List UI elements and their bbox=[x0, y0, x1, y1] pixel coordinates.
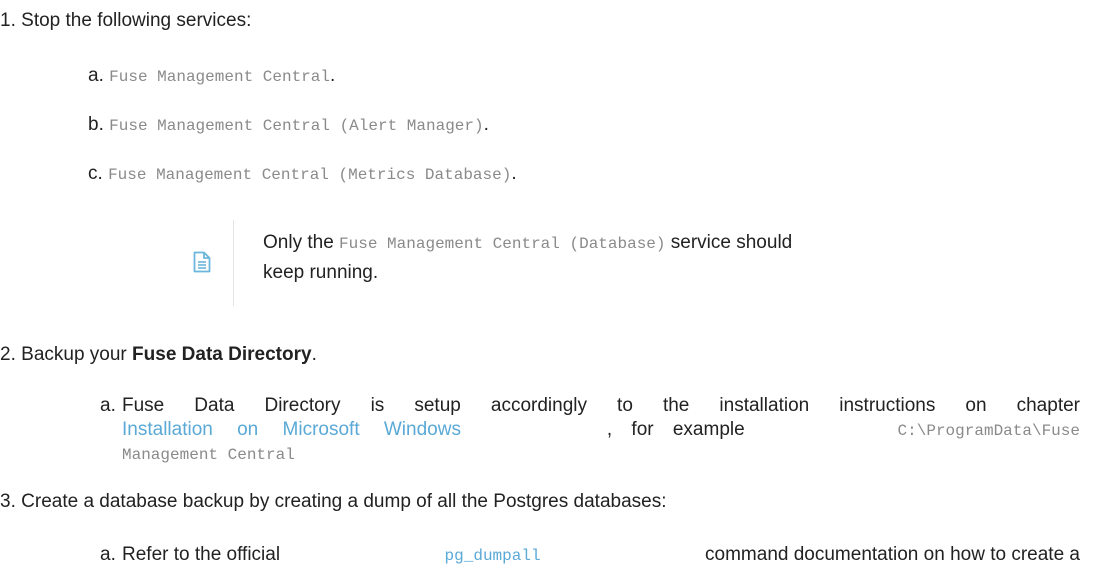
pg-dumpall-link[interactable]: pg_dumpall bbox=[445, 547, 541, 565]
substep-2a-line-1: Fuse Data Directory is setup accordingly… bbox=[122, 395, 1080, 417]
substep-text: , for example bbox=[606, 419, 745, 440]
emphasis: Fuse Data Directory bbox=[132, 344, 312, 365]
path-code: Management Central bbox=[122, 446, 295, 464]
substep-text: Refer to the official bbox=[122, 544, 281, 565]
punctuation: . bbox=[483, 114, 489, 135]
substep-2a-line-3: Management Central bbox=[122, 443, 295, 465]
substep-1a: a. Fuse Management Central. bbox=[88, 65, 335, 87]
note-icon bbox=[193, 251, 211, 273]
substep-1b: b. Fuse Management Central (Alert Manage… bbox=[88, 114, 489, 136]
note-line-2: keep running. bbox=[263, 262, 378, 284]
step-text: Backup your bbox=[21, 344, 127, 365]
step-number: 2. bbox=[0, 344, 16, 365]
step-1: 1. Stop the following services: bbox=[0, 10, 251, 32]
substep-2a-line-2: Installation on Microsoft Windows , for … bbox=[122, 419, 1080, 441]
substep-3a-line-1: Refer to the official pg_dumpall command… bbox=[122, 544, 1080, 566]
note-text: service should bbox=[670, 232, 793, 253]
substep-3a-letter: a. bbox=[100, 544, 116, 566]
substep-text: command documentation on how to create a bbox=[705, 544, 1080, 565]
path-code: C:\ProgramData\Fuse bbox=[897, 422, 1080, 440]
substep-letter: a. bbox=[100, 395, 116, 416]
step-number: 1. bbox=[0, 10, 16, 31]
step-3: 3. Create a database backup by creating … bbox=[0, 491, 667, 513]
link-text[interactable]: Installation on Microsoft Windows bbox=[122, 419, 461, 441]
punctuation: . bbox=[511, 163, 517, 184]
punctuation: . bbox=[311, 344, 317, 365]
service-name: Fuse Management Central (Metrics Databas… bbox=[108, 166, 512, 184]
note-divider bbox=[233, 220, 234, 306]
substep-letter: a. bbox=[100, 544, 116, 565]
substep-2a-letter: a. bbox=[100, 395, 116, 417]
step-text: Stop the following services: bbox=[21, 10, 252, 31]
substep-1c: c. Fuse Management Central (Metrics Data… bbox=[88, 163, 517, 185]
installation-link[interactable]: Installation on Microsoft Windows bbox=[122, 419, 461, 441]
substep-text: Fuse Data Directory is setup accordingly… bbox=[122, 395, 1080, 416]
service-name: Fuse Management Central bbox=[109, 68, 330, 86]
substep-letter: a. bbox=[88, 65, 104, 86]
substep-letter: c. bbox=[88, 163, 103, 184]
service-name: Fuse Management Central (Database) bbox=[339, 235, 666, 253]
note-text: Only the bbox=[263, 232, 334, 253]
step-2: 2. Backup your Fuse Data Directory. bbox=[0, 344, 317, 366]
service-name: Fuse Management Central (Alert Manager) bbox=[109, 117, 484, 135]
substep-letter: b. bbox=[88, 114, 104, 135]
punctuation: . bbox=[329, 65, 336, 86]
step-text: Create a database backup by creating a d… bbox=[21, 491, 667, 512]
step-number: 3. bbox=[0, 491, 16, 512]
note-text: keep running. bbox=[263, 262, 379, 283]
note-line-1: Only the Fuse Management Central (Databa… bbox=[263, 232, 792, 254]
